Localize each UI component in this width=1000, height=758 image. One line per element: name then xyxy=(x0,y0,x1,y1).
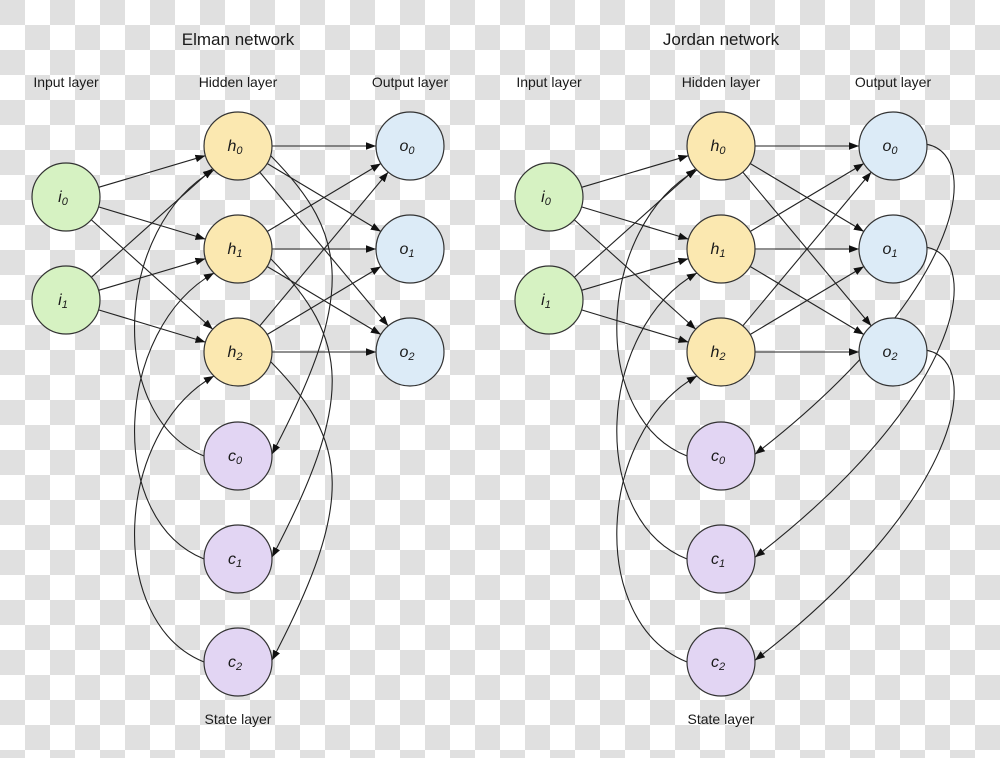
hidden-layer-label: Hidden layer xyxy=(682,74,761,90)
edge-c2-h2 xyxy=(616,375,698,663)
node-c2: c2 xyxy=(203,627,273,697)
edge-h1-c1 xyxy=(270,258,333,558)
edge-c1-h1 xyxy=(616,272,698,560)
edge-h0-c0 xyxy=(270,155,333,455)
node-c1: c1 xyxy=(203,524,273,594)
node-h0: h0 xyxy=(686,111,756,181)
node-o1: o1 xyxy=(375,214,445,284)
rnn-diagram: Elman network Input layer Hidden layer O… xyxy=(31,30,955,727)
node-i0: i0 xyxy=(31,162,101,232)
edge-c1-h1 xyxy=(134,272,215,560)
edge-o2-c2 xyxy=(754,349,955,661)
node-h2: h2 xyxy=(203,317,273,387)
node-o0: o0 xyxy=(375,111,445,181)
jordan-network: Jordan network Input layer Hidden layer … xyxy=(514,30,955,727)
edge-i0-h0 xyxy=(98,154,206,188)
node-h2: h2 xyxy=(686,317,756,387)
edge-i1-h1 xyxy=(581,257,689,291)
node-i0: i0 xyxy=(514,162,584,232)
node-c2: c2 xyxy=(686,627,756,697)
node-o0: o0 xyxy=(858,111,928,181)
node-o1: o1 xyxy=(858,214,928,284)
node-h1: h1 xyxy=(686,214,756,284)
edge-c2-h2 xyxy=(134,375,215,663)
edge-i1-h1 xyxy=(98,257,206,291)
state-layer-label: State layer xyxy=(205,711,272,727)
output-layer-label: Output layer xyxy=(855,74,932,90)
input-layer-label: Input layer xyxy=(33,74,99,90)
node-i1: i1 xyxy=(31,265,101,335)
edge-i0-h0 xyxy=(581,154,689,188)
edge-o1-c1 xyxy=(754,246,955,558)
edge-i1-h0 xyxy=(90,168,214,278)
state-layer-label: State layer xyxy=(688,711,755,727)
node-h1: h1 xyxy=(203,214,273,284)
node-c0: c0 xyxy=(686,421,756,491)
input-layer-label: Input layer xyxy=(516,74,582,90)
node-o2: o2 xyxy=(858,317,928,387)
node-c0: c0 xyxy=(203,421,273,491)
elman-network: Elman network Input layer Hidden layer O… xyxy=(31,30,449,727)
edge-i1-h2 xyxy=(98,309,206,343)
node-o2: o2 xyxy=(375,317,445,387)
node-i1: i1 xyxy=(514,265,584,335)
edge-c0-h0 xyxy=(616,169,698,457)
node-c1: c1 xyxy=(686,524,756,594)
edge-i1-h0 xyxy=(573,168,697,278)
edge-c0-h0 xyxy=(134,169,215,457)
hidden-layer-label: Hidden layer xyxy=(199,74,278,90)
nodes: i0 i1 h0 h1 h2 o0 o1 o2 c0 c1 c2 xyxy=(514,111,928,697)
output-layer-label: Output layer xyxy=(372,74,449,90)
nodes: i0 i1 h0 h1 h2 o0 o1 o2 c0 c1 c2 xyxy=(31,111,445,697)
edge-h2-c2 xyxy=(270,361,333,661)
edge-i1-h2 xyxy=(581,309,689,343)
edge-o0-c0 xyxy=(754,143,955,455)
network-title: Elman network xyxy=(182,30,295,49)
network-title: Jordan network xyxy=(663,30,780,49)
node-h0: h0 xyxy=(203,111,273,181)
